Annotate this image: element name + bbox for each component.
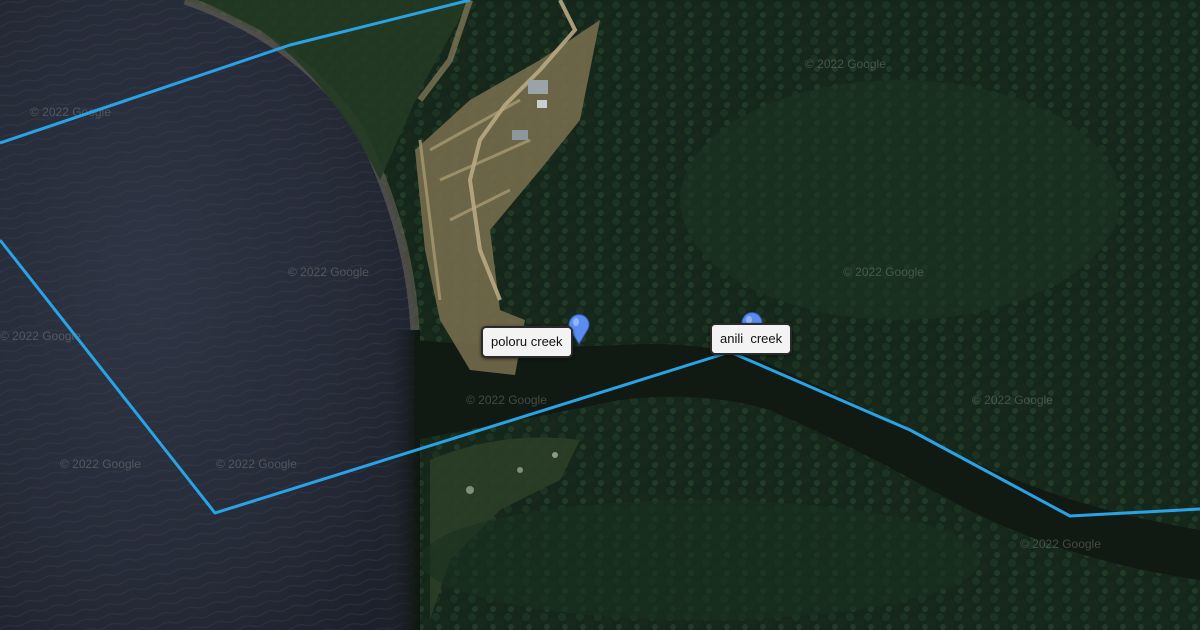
- watermark: © 2022 Google: [805, 57, 886, 71]
- building: [537, 100, 547, 108]
- watermark: © 2022 Google: [972, 393, 1053, 407]
- place-label-anili-creek[interactable]: anili creek: [710, 323, 793, 355]
- satellite-map[interactable]: © 2022 Google © 2022 Google © 2022 Googl…: [0, 0, 1200, 630]
- watermark: © 2022 Google: [216, 457, 297, 471]
- watermark: © 2022 Google: [288, 265, 369, 279]
- building: [528, 80, 548, 94]
- watermark: © 2022 Google: [466, 393, 547, 407]
- place-label-poloru-creek[interactable]: poloru creek: [481, 326, 573, 358]
- watermark: © 2022 Google: [30, 105, 111, 119]
- watermark: © 2022 Google: [60, 457, 141, 471]
- watermark: © 2022 Google: [1020, 537, 1101, 551]
- watermark: © 2022 Google: [0, 329, 81, 343]
- watermark: © 2022 Google: [843, 265, 924, 279]
- building: [512, 130, 528, 140]
